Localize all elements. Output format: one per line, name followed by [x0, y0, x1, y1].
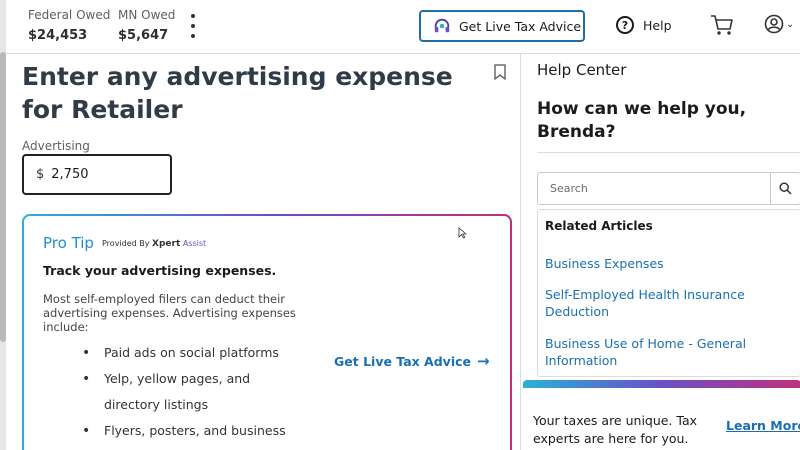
promo-text: Your taxes are unique. Tax experts are h…	[533, 413, 698, 446]
pro-tip-body: Most self-employed filers can deduct the…	[43, 292, 296, 334]
bookmark-icon[interactable]	[493, 64, 507, 80]
pro-tip-title: Pro Tip	[43, 234, 94, 252]
federal-owed-amount: $24,453	[28, 28, 88, 43]
get-live-tax-advice-button[interactable]: Get Live Tax Advice	[419, 10, 585, 42]
help-greeting: How can we help you, Brenda?	[537, 99, 747, 142]
search-icon	[779, 182, 792, 195]
help-button[interactable]: ? Help	[616, 16, 672, 34]
pro-tip-link-label: Get Live Tax Advice	[334, 353, 471, 369]
advertising-input[interactable]: $ 2,750	[22, 154, 172, 195]
mn-owed: MN Owed $5,647	[118, 8, 175, 43]
chevron-down-icon: ⌄	[786, 18, 795, 30]
page-title: Enter any advertising expense for Retail…	[22, 62, 453, 124]
list-item: Paid ads on social platforms	[64, 340, 304, 366]
main-content: Enter any advertising expense for Retail…	[6, 54, 520, 450]
pro-tip-card: Pro Tip Provided By Xpert Assist Track y…	[22, 214, 512, 450]
federal-owed: Federal Owed $24,453	[28, 8, 110, 43]
learn-more-link[interactable]: Learn More	[726, 418, 800, 433]
related-articles-title: Related Articles	[545, 219, 653, 233]
question-circle-icon: ?	[616, 16, 634, 34]
more-options-icon[interactable]	[187, 14, 199, 38]
user-avatar-icon	[764, 14, 784, 34]
cart-icon[interactable]	[710, 14, 734, 36]
article-link[interactable]: Business Use of Home - General Informati…	[545, 335, 755, 369]
pro-tip-list: Paid ads on social platforms Yelp, yello…	[64, 340, 304, 450]
promo-gradient-bar	[523, 380, 800, 388]
advertising-field-label: Advertising	[22, 139, 90, 153]
arrow-right-icon: →	[477, 352, 490, 370]
help-search[interactable]: Search	[537, 172, 800, 205]
pro-tip-live-advice-link[interactable]: Get Live Tax Advice →	[334, 352, 490, 370]
account-menu[interactable]: ⌄	[764, 14, 794, 34]
article-link[interactable]: Business Expenses	[545, 255, 755, 272]
help-label: Help	[643, 17, 672, 33]
help-center-panel: Help Center How can we help you, Brenda?…	[520, 54, 800, 450]
mouse-cursor-icon	[458, 227, 467, 239]
pro-tip-heading: Track your advertising expenses.	[43, 263, 277, 278]
xpert-assist-logo: Xpert	[152, 239, 181, 249]
xpert-assist-suffix: Assist	[182, 239, 207, 248]
search-input[interactable]: Search	[538, 182, 770, 195]
list-item: Yelp, yellow pages, and directory listin…	[64, 366, 304, 418]
currency-symbol: $	[36, 167, 45, 182]
mn-owed-label: MN Owed	[118, 8, 176, 22]
federal-owed-label: Federal Owed	[28, 8, 111, 22]
search-button[interactable]	[770, 173, 800, 204]
help-center-title: Help Center	[537, 61, 627, 79]
mn-owed-amount: $5,647	[118, 28, 169, 43]
advice-button-label: Get Live Tax Advice	[459, 18, 582, 34]
list-item: Flyers, posters, and business cards	[64, 418, 304, 450]
article-link[interactable]: Self-Employed Health Insurance Deduction	[545, 286, 755, 320]
top-header: Federal Owed $24,453 MN Owed $5,647 Get …	[6, 0, 800, 54]
advertising-input-value[interactable]: 2,750	[51, 167, 88, 182]
related-articles: Related Articles Business Expenses Self-…	[537, 209, 800, 377]
pro-tip-provider: Provided By Xpert Assist	[102, 239, 206, 249]
headset-icon	[434, 18, 450, 33]
provided-by-label: Provided By	[102, 239, 150, 248]
divider	[537, 152, 800, 153]
